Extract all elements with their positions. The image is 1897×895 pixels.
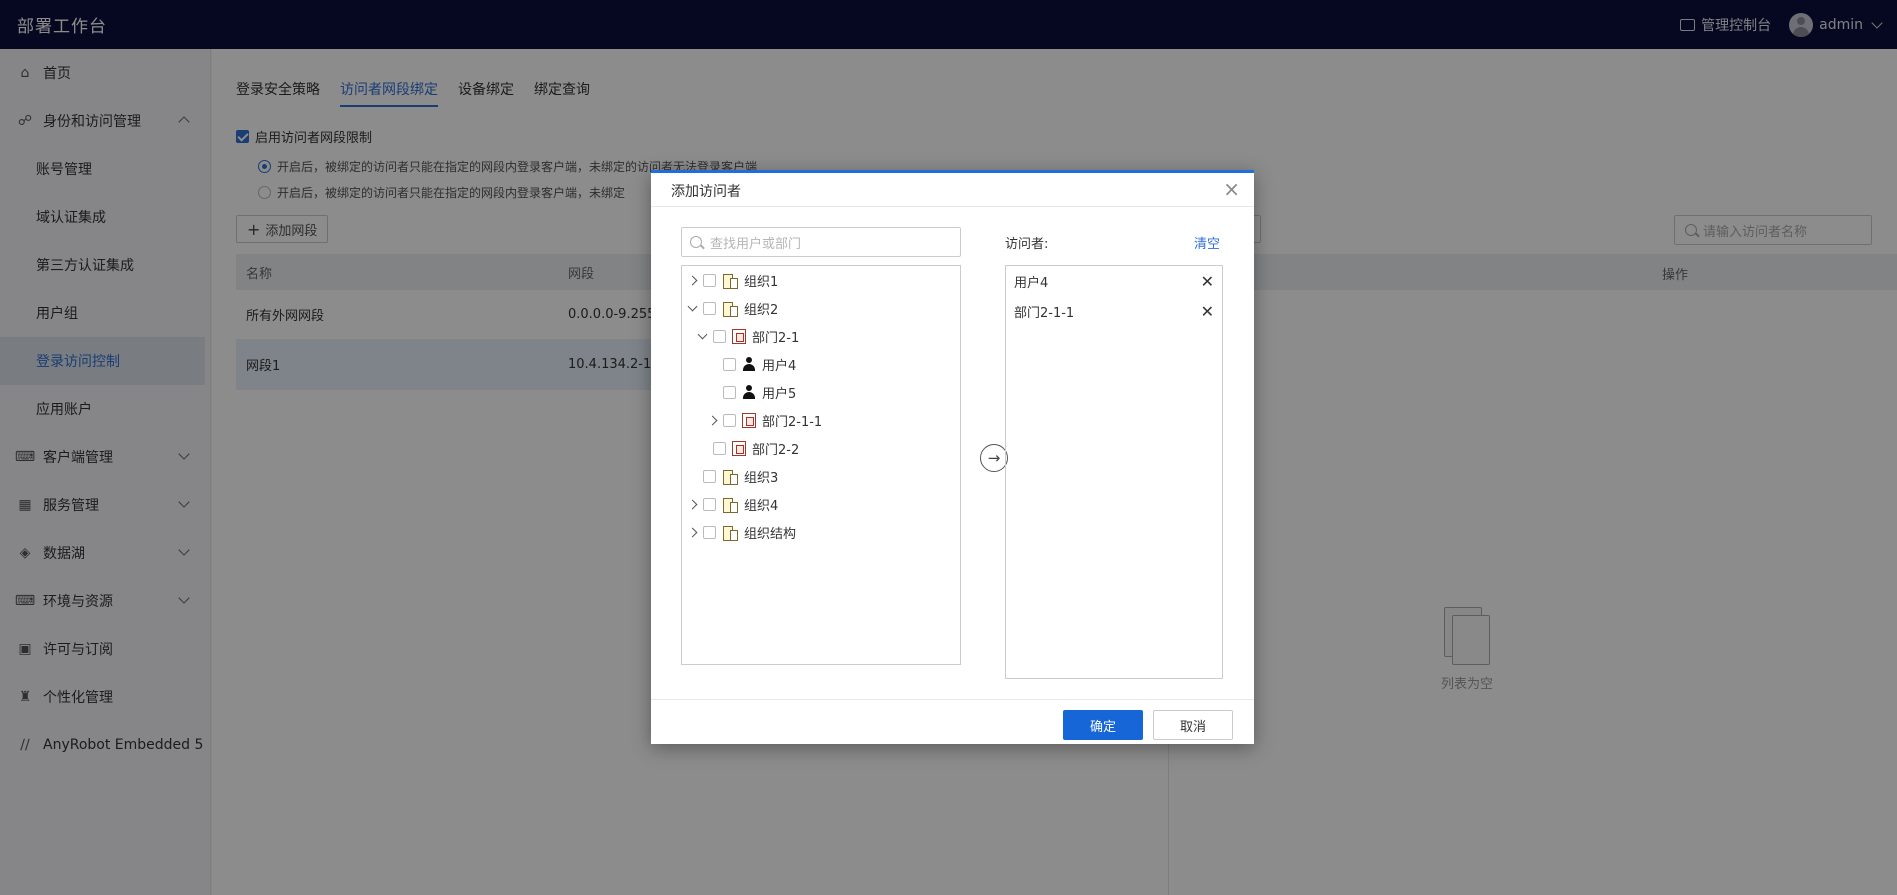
- tree-node-label: 组织4: [744, 498, 779, 514]
- clear-button[interactable]: 清空: [1194, 233, 1220, 252]
- tree-checkbox[interactable]: [723, 413, 736, 427]
- tree-node-label: 部门2-1: [752, 330, 800, 346]
- organization-icon: [722, 497, 738, 513]
- visitor-name: 部门2-1-1: [1014, 305, 1075, 321]
- tree-node-label: 用户4: [762, 358, 797, 374]
- tree-checkbox[interactable]: [703, 301, 716, 315]
- tree-checkbox[interactable]: [713, 441, 726, 455]
- search-icon: [690, 236, 702, 248]
- department-icon: [732, 328, 746, 344]
- tree-checkbox[interactable]: [703, 273, 716, 287]
- selected-visitors-list: 用户4 ✕ 部门2-1-1 ✕: [1005, 265, 1223, 679]
- tree-checkbox[interactable]: [723, 385, 736, 399]
- tree-checkbox[interactable]: [703, 525, 716, 539]
- visitor-name: 用户4: [1014, 275, 1049, 291]
- visitors-label: 访问者:: [1005, 237, 1049, 252]
- tree-checkbox[interactable]: [703, 469, 716, 483]
- tree-checkbox[interactable]: [713, 329, 726, 343]
- collapse-icon[interactable]: [697, 331, 707, 341]
- tree-node-org3[interactable]: 组织3: [703, 465, 778, 487]
- tree-node-label: 部门2-2: [752, 442, 800, 458]
- tree-node-dept2-1[interactable]: 部门2-1: [697, 325, 799, 347]
- cancel-button[interactable]: 取消: [1153, 710, 1233, 740]
- add-visitor-dialog: 添加访问者 × 查找用户或部门 组织1 组织2 部门2-1 用户4 用户5 部门…: [651, 170, 1254, 744]
- arrow-right-icon[interactable]: →: [980, 444, 1008, 472]
- organization-icon: [722, 301, 738, 317]
- remove-icon[interactable]: ✕: [1201, 272, 1214, 291]
- department-icon: [732, 440, 746, 456]
- tree-node-label: 组织3: [744, 470, 779, 486]
- footer-divider: [651, 699, 1254, 700]
- expand-icon[interactable]: [687, 499, 697, 509]
- organization-icon: [722, 273, 738, 289]
- user-dept-search-input[interactable]: 查找用户或部门: [681, 227, 961, 257]
- tree-node-dept2-2[interactable]: 部门2-2: [713, 437, 799, 459]
- tree-node-org4[interactable]: 组织4: [687, 493, 778, 515]
- tree-checkbox[interactable]: [703, 497, 716, 511]
- tree-node-org2[interactable]: 组织2: [687, 297, 778, 319]
- tree-node-org1[interactable]: 组织1: [687, 269, 778, 291]
- tree-node-user4[interactable]: 用户4: [723, 353, 796, 375]
- tree-node-label: 用户5: [762, 386, 797, 402]
- org-tree: 组织1 组织2 部门2-1 用户4 用户5 部门2-1-1 部门2-2 组织3 …: [681, 265, 961, 665]
- search-placeholder: 查找用户或部门: [710, 236, 802, 252]
- list-item: 用户4 ✕: [1014, 270, 1214, 292]
- department-icon: [742, 412, 756, 428]
- dialog-title: 添加访问者: [671, 184, 741, 200]
- tree-checkbox[interactable]: [723, 357, 736, 371]
- list-item: 部门2-1-1 ✕: [1014, 300, 1214, 322]
- divider: [651, 206, 1254, 207]
- tree-node-label: 组织1: [744, 274, 779, 290]
- expand-icon[interactable]: [687, 275, 697, 285]
- remove-icon[interactable]: ✕: [1201, 302, 1214, 321]
- user-icon: [742, 385, 756, 399]
- tree-node-label: 组织结构: [744, 526, 797, 542]
- close-icon[interactable]: ×: [1223, 177, 1240, 201]
- expand-icon[interactable]: [707, 415, 717, 425]
- user-icon: [742, 357, 756, 371]
- tree-node-org-structure[interactable]: 组织结构: [687, 521, 796, 543]
- tree-node-label: 组织2: [744, 302, 779, 318]
- confirm-button[interactable]: 确定: [1063, 710, 1143, 740]
- organization-icon: [722, 525, 738, 541]
- expand-icon[interactable]: [687, 527, 697, 537]
- organization-icon: [722, 469, 738, 485]
- tree-node-dept2-1-1[interactable]: 部门2-1-1: [707, 409, 822, 431]
- tree-node-user5[interactable]: 用户5: [723, 381, 796, 403]
- collapse-icon[interactable]: [687, 303, 697, 313]
- tree-node-label: 部门2-1-1: [762, 414, 823, 430]
